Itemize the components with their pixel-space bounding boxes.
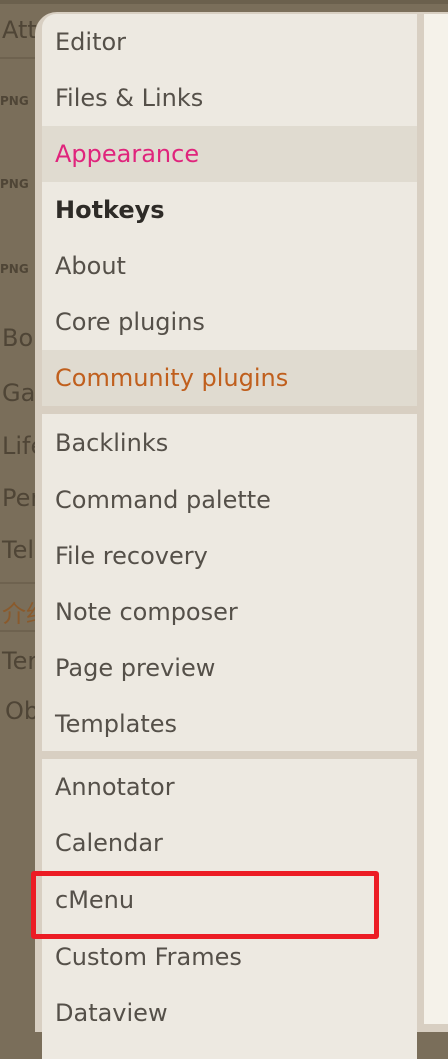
core-plugins-group: Backlinks Command palette File recovery … — [42, 414, 417, 751]
bg-text: Ter — [2, 647, 38, 675]
nav-calendar[interactable]: Calendar — [42, 815, 417, 871]
divider — [42, 751, 417, 759]
divider — [0, 57, 40, 59]
bg-text: PNG — [0, 177, 29, 191]
bg-text: Ga — [2, 379, 36, 407]
nav-community-plugins[interactable]: Community plugins — [42, 350, 417, 406]
nav-editor[interactable]: Editor — [42, 14, 417, 70]
divider — [42, 406, 417, 414]
highlight-annotation-box — [31, 871, 379, 939]
nav-templates[interactable]: Templates — [42, 696, 417, 752]
bg-text: Tel — [2, 536, 35, 564]
nav-command-palette[interactable]: Command palette — [42, 472, 417, 528]
nav-annotator[interactable]: Annotator — [42, 759, 417, 815]
bg-text: Bo — [2, 324, 34, 352]
nav-about[interactable]: About — [42, 238, 417, 294]
settings-content-pane — [424, 14, 448, 1024]
nav-note-composer[interactable]: Note composer — [42, 584, 417, 640]
nav-file-recovery[interactable]: File recovery — [42, 528, 417, 584]
bg-text: Ob — [5, 697, 40, 725]
nav-core-plugins[interactable]: Core plugins — [42, 294, 417, 350]
nav-files-links[interactable]: Files & Links — [42, 70, 417, 126]
divider — [0, 630, 40, 632]
bg-text: Att — [2, 16, 37, 44]
background-note-list: Att PNG PNG PNG Bo Ga Life Per Tel 介绍 Te… — [0, 0, 40, 1020]
nav-page-preview[interactable]: Page preview — [42, 640, 417, 696]
options-group: Editor Files & Links Appearance Hotkeys … — [42, 14, 417, 406]
divider — [0, 582, 40, 584]
nav-appearance[interactable]: Appearance — [42, 126, 417, 182]
nav-dataview[interactable]: Dataview — [42, 985, 417, 1041]
nav-hotkeys[interactable]: Hotkeys — [42, 182, 417, 238]
bg-text: PNG — [0, 262, 29, 276]
top-bar — [0, 0, 448, 4]
bg-text: PNG — [0, 94, 29, 108]
nav-backlinks[interactable]: Backlinks — [42, 414, 417, 472]
